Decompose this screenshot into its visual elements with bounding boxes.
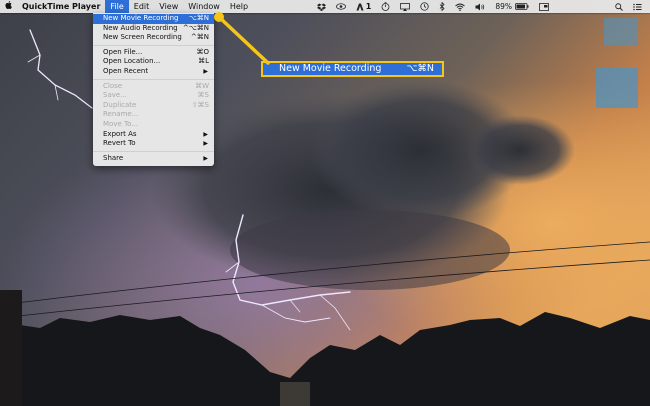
menu-help[interactable]: Help: [225, 0, 253, 13]
menu-item-shortcut: ⌘S: [197, 91, 209, 100]
menu-item-rename: Rename...: [93, 110, 214, 120]
menu-item-label: Open File...: [103, 47, 143, 56]
menu-item-label: Move To...: [103, 119, 138, 128]
menu-item-revert-to[interactable]: Revert To ▶: [93, 139, 214, 149]
blurred-desktop-icon[interactable]: [596, 68, 638, 108]
menu-item-share[interactable]: Share ▶: [93, 154, 214, 164]
menu-item-label: Save...: [103, 91, 127, 100]
menu-item-label: New Movie Recording: [103, 14, 179, 22]
menu-separator: [93, 78, 214, 80]
screen-mirroring-icon[interactable]: [539, 2, 549, 11]
menu-item-open-location[interactable]: Open Location... ⌘L: [93, 57, 214, 67]
menu-item-label: Revert To: [103, 139, 136, 148]
bluetooth-icon[interactable]: [439, 2, 445, 11]
file-menu-dropdown: New Movie Recording ⌥⌘N New Audio Record…: [93, 13, 214, 167]
submenu-arrow-icon: ▶: [203, 140, 208, 148]
menu-item-shortcut: ^⌘N: [190, 33, 209, 42]
menu-item-label: Share: [103, 153, 124, 162]
menu-item-label: Open Location...: [103, 57, 161, 66]
menu-item-label: Duplicate: [103, 100, 137, 109]
menu-item-open-recent[interactable]: Open Recent ▶: [93, 67, 214, 77]
menu-item-save: Save... ⌘S: [93, 91, 214, 101]
menu-separator: [93, 44, 214, 46]
eye-icon[interactable]: [335, 3, 346, 10]
menu-item-label: New Audio Recording: [103, 23, 178, 32]
notification-center-icon[interactable]: [633, 3, 642, 11]
menu-item-export-as[interactable]: Export As ▶: [93, 130, 214, 140]
wifi-icon[interactable]: [455, 3, 466, 11]
menu-item-shortcut: ⌘W: [195, 81, 209, 90]
menu-item-duplicate: Duplicate ⇧⌘S: [93, 101, 214, 111]
menu-window[interactable]: Window: [183, 0, 225, 13]
dropbox-icon[interactable]: [316, 3, 326, 11]
app-name-menu[interactable]: QuickTime Player: [17, 0, 105, 13]
battery-icon[interactable]: [515, 3, 529, 10]
time-machine-icon[interactable]: [420, 2, 429, 11]
callout-new-movie-recording: New Movie Recording ⌥⌘N: [261, 61, 444, 77]
submenu-arrow-icon: ▶: [203, 130, 208, 138]
blurred-desktop-icon[interactable]: [604, 18, 638, 46]
menu-item-close: Close ⌘W: [93, 82, 214, 92]
menu-separator: [93, 150, 214, 152]
menu-item-new-screen-recording[interactable]: New Screen Recording ^⌘N: [93, 33, 214, 43]
menu-item-label: Open Recent: [103, 66, 149, 75]
menu-item-label: New Screen Recording: [103, 33, 182, 42]
timer-icon[interactable]: [381, 2, 390, 11]
apple-icon[interactable]: [0, 0, 17, 13]
menu-item-shortcut: ⇧⌘S: [191, 100, 209, 109]
callout-label: New Movie Recording: [279, 63, 382, 74]
menu-edit[interactable]: Edit: [129, 0, 155, 13]
menu-item-move-to: Move To...: [93, 120, 214, 130]
menu-item-label: Close: [103, 81, 123, 90]
callout-shortcut: ⌥⌘N: [406, 63, 434, 74]
submenu-arrow-icon: ▶: [203, 67, 208, 75]
menu-item-label: Rename...: [103, 110, 139, 119]
menu-item-new-movie-recording[interactable]: New Movie Recording ⌥⌘N: [93, 14, 214, 24]
volume-icon[interactable]: [475, 3, 485, 11]
menu-item-shortcut: ^⌥⌘N: [182, 23, 209, 32]
adobe-badge-count: 1: [365, 2, 372, 11]
menu-view[interactable]: View: [154, 0, 183, 13]
menu-item-label: Export As: [103, 129, 137, 138]
menu-bar: QuickTime Player File Edit View Window H…: [0, 0, 650, 13]
spotlight-search-icon[interactable]: [615, 2, 623, 11]
menu-item-shortcut: ⌥⌘N: [188, 14, 209, 22]
battery-percentage[interactable]: 89%: [495, 2, 512, 11]
menu-item-new-audio-recording[interactable]: New Audio Recording ^⌥⌘N: [93, 24, 214, 34]
menu-file[interactable]: File: [105, 0, 129, 13]
airplay-icon[interactable]: [400, 2, 411, 11]
adobe-creative-cloud-icon[interactable]: 1: [356, 2, 372, 11]
submenu-arrow-icon: ▶: [203, 154, 208, 162]
menu-item-shortcut: ⌘L: [198, 57, 209, 66]
menu-item-shortcut: ⌘O: [196, 47, 209, 56]
menu-item-open-file[interactable]: Open File... ⌘O: [93, 48, 214, 58]
status-menus: 1 89%: [307, 0, 650, 13]
